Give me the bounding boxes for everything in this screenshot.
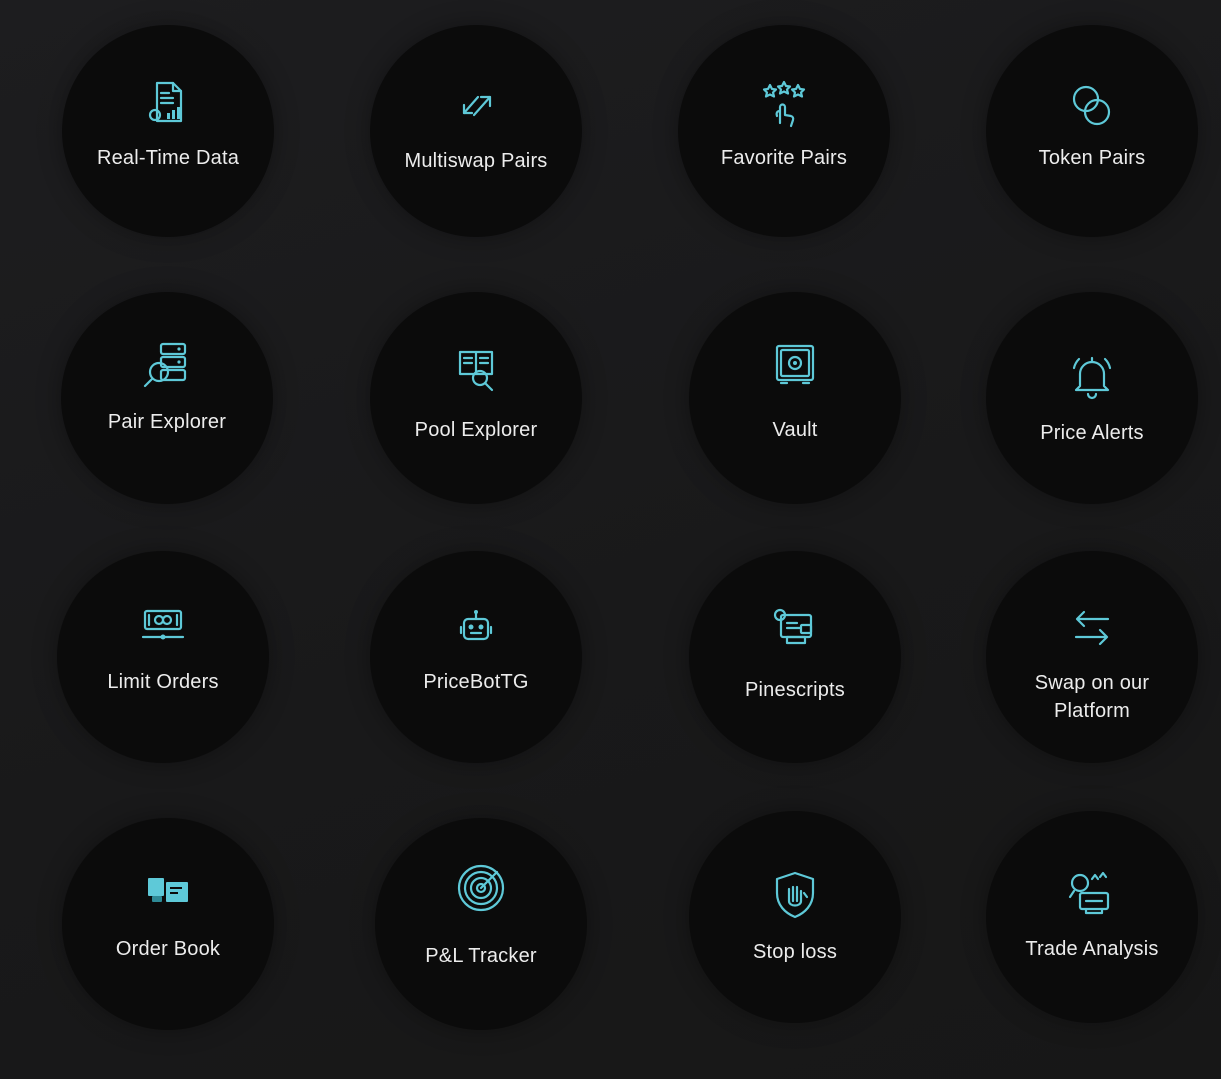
features-grid: Real-Time Data Multiswap Pairs Favorite … [0, 0, 1221, 1079]
bell-icon [1064, 348, 1120, 404]
feature-favorite-pairs[interactable]: Favorite Pairs [678, 25, 890, 237]
feature-label: Pool Explorer [414, 419, 538, 441]
pool-explorer-icon [448, 344, 504, 400]
feature-pool-explorer[interactable]: Pool Explorer [370, 292, 582, 504]
feature-order-book[interactable]: Order Book [62, 818, 274, 1030]
feature-label: Limit Orders [107, 671, 219, 693]
radar-icon [453, 860, 509, 916]
feature-limit-orders[interactable]: Limit Orders [57, 551, 269, 763]
feature-label: Favorite Pairs [720, 147, 848, 169]
feature-price-alerts[interactable]: Price Alerts [986, 292, 1198, 504]
feature-label: Pinescripts [744, 679, 845, 701]
order-book-icon [140, 864, 196, 920]
feature-label: Token Pairs [1038, 147, 1146, 169]
shield-hand-icon [767, 867, 823, 923]
feature-label: PriceBotTG [423, 671, 529, 693]
feature-label: Vault [772, 419, 818, 441]
feature-label: Order Book [115, 938, 221, 960]
feature-label: Trade Analysis [1025, 938, 1159, 960]
feature-label: Pair Explorer [107, 411, 227, 433]
multiswap-arrows-icon [448, 75, 504, 131]
feature-label: P&L Tracker [425, 945, 537, 967]
trade-analysis-icon [1064, 865, 1120, 921]
feature-label: Multiswap Pairs [404, 150, 548, 172]
swap-arrows-icon [1064, 601, 1120, 657]
feature-label: Stop loss [752, 941, 838, 963]
vault-icon [767, 338, 823, 394]
feature-real-time-data[interactable]: Real-Time Data [62, 25, 274, 237]
feature-token-pairs[interactable]: Token Pairs [986, 25, 1198, 237]
limit-orders-icon [135, 597, 191, 653]
realtime-data-icon [140, 75, 196, 131]
feature-stop-loss[interactable]: Stop loss [689, 811, 901, 1023]
feature-label: Swap on our Platform [1034, 672, 1150, 722]
feature-vault[interactable]: Vault [689, 292, 901, 504]
feature-multiswap-pairs[interactable]: Multiswap Pairs [370, 25, 582, 237]
feature-label: Real-Time Data [96, 147, 240, 169]
feature-pl-tracker[interactable]: P&L Tracker [375, 818, 587, 1030]
robot-icon [448, 601, 504, 657]
feature-pair-explorer[interactable]: Pair Explorer [61, 292, 273, 504]
feature-label: Price Alerts [1040, 422, 1144, 444]
feature-pricebottg[interactable]: PriceBotTG [370, 551, 582, 763]
favorite-stars-icon [756, 77, 812, 133]
feature-trade-analysis[interactable]: Trade Analysis [986, 811, 1198, 1023]
feature-swap-platform[interactable]: Swap on our Platform [986, 551, 1198, 763]
feature-pinescripts[interactable]: Pinescripts [689, 551, 901, 763]
pair-explorer-icon [139, 338, 195, 394]
pinescripts-icon [767, 601, 823, 657]
token-coins-icon [1064, 79, 1120, 135]
